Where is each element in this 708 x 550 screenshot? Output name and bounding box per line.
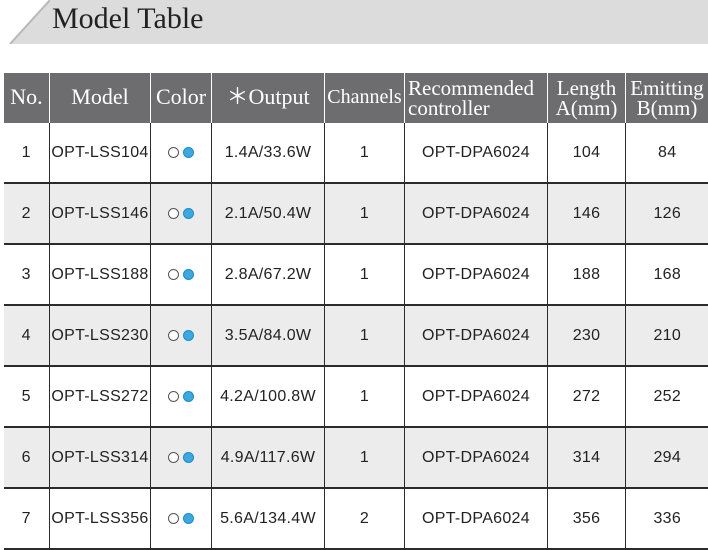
table-row: 7OPT-LSS356 5.6A/134.4W2OPT-DPA6024356336 bbox=[4, 488, 708, 549]
column-header-emitting: Emitting B(mm) bbox=[626, 73, 708, 123]
cell-controller: OPT-DPA6024 bbox=[405, 427, 548, 488]
column-header-color: Color bbox=[151, 73, 212, 123]
cell-model: OPT-LSS146 bbox=[50, 183, 151, 244]
title-banner: Model Table bbox=[0, 0, 708, 44]
model-table: No. Model Color ＊Output Channels Recomme… bbox=[3, 73, 708, 550]
cell-output: 4.9A/117.6W bbox=[212, 427, 325, 488]
cell-channels: 1 bbox=[325, 123, 405, 183]
cell-controller: OPT-DPA6024 bbox=[405, 123, 548, 183]
cell-color bbox=[151, 427, 212, 488]
cell-length: 356 bbox=[548, 488, 626, 549]
blue-circle-icon bbox=[183, 452, 194, 463]
cell-channels: 1 bbox=[325, 183, 405, 244]
white-circle-icon bbox=[168, 147, 179, 158]
cell-no: 7 bbox=[4, 488, 50, 549]
column-header-controller: Recommended controller bbox=[405, 73, 548, 123]
column-header-model: Model bbox=[50, 73, 151, 123]
banner-slash-decoration bbox=[0, 0, 50, 44]
cell-color bbox=[151, 305, 212, 366]
cell-model: OPT-LSS104 bbox=[50, 123, 151, 183]
cell-controller: OPT-DPA6024 bbox=[405, 183, 548, 244]
white-circle-icon bbox=[168, 452, 179, 463]
cell-no: 3 bbox=[4, 244, 50, 305]
cell-model: OPT-LSS314 bbox=[50, 427, 151, 488]
cell-model: OPT-LSS272 bbox=[50, 366, 151, 427]
white-circle-icon bbox=[168, 269, 179, 280]
table-row: 6OPT-LSS314 4.9A/117.6W1OPT-DPA6024314294 bbox=[4, 427, 708, 488]
cell-length: 314 bbox=[548, 427, 626, 488]
cell-channels: 1 bbox=[325, 305, 405, 366]
white-circle-icon bbox=[168, 513, 179, 524]
cell-color bbox=[151, 488, 212, 549]
cell-output: 3.5A/84.0W bbox=[212, 305, 325, 366]
cell-length: 146 bbox=[548, 183, 626, 244]
cell-color bbox=[151, 183, 212, 244]
page-title: Model Table bbox=[52, 2, 203, 36]
cell-color bbox=[151, 123, 212, 183]
cell-controller: OPT-DPA6024 bbox=[405, 244, 548, 305]
cell-model: OPT-LSS230 bbox=[50, 305, 151, 366]
cell-no: 5 bbox=[4, 366, 50, 427]
blue-circle-icon bbox=[183, 391, 194, 402]
white-circle-icon bbox=[168, 208, 179, 219]
table-row: 2OPT-LSS146 2.1A/50.4W1OPT-DPA6024146126 bbox=[4, 183, 708, 244]
table-row: 1OPT-LSS1041.4A/33.6W1OPT-DPA602410484 bbox=[4, 123, 708, 183]
cell-no: 2 bbox=[4, 183, 50, 244]
cell-length: 272 bbox=[548, 366, 626, 427]
blue-circle-icon bbox=[183, 269, 194, 280]
cell-channels: 1 bbox=[325, 427, 405, 488]
column-header-channels: Channels bbox=[325, 73, 405, 123]
table-row: 3OPT-LSS188 2.8A/67.2W1OPT-DPA6024188168 bbox=[4, 244, 708, 305]
cell-model: OPT-LSS356 bbox=[50, 488, 151, 549]
cell-controller: OPT-DPA6024 bbox=[405, 305, 548, 366]
cell-emitting: 210 bbox=[626, 305, 708, 366]
cell-output: 5.6A/134.4W bbox=[212, 488, 325, 549]
cell-controller: OPT-DPA6024 bbox=[405, 488, 548, 549]
cell-no: 1 bbox=[4, 123, 50, 183]
cell-color bbox=[151, 366, 212, 427]
white-circle-icon bbox=[168, 391, 179, 402]
cell-controller: OPT-DPA6024 bbox=[405, 366, 548, 427]
column-header-output: ＊Output bbox=[212, 73, 325, 123]
cell-length: 188 bbox=[548, 244, 626, 305]
cell-length: 230 bbox=[548, 305, 626, 366]
cell-emitting: 336 bbox=[626, 488, 708, 549]
cell-emitting: 126 bbox=[626, 183, 708, 244]
cell-model: OPT-LSS188 bbox=[50, 244, 151, 305]
cell-emitting: 252 bbox=[626, 366, 708, 427]
cell-output: 2.1A/50.4W bbox=[212, 183, 325, 244]
cell-channels: 1 bbox=[325, 366, 405, 427]
cell-channels: 1 bbox=[325, 244, 405, 305]
cell-output: 1.4A/33.6W bbox=[212, 123, 325, 183]
cell-emitting: 168 bbox=[626, 244, 708, 305]
cell-emitting: 84 bbox=[626, 123, 708, 183]
column-header-length: Length A(mm) bbox=[548, 73, 626, 123]
blue-circle-icon bbox=[183, 330, 194, 341]
cell-channels: 2 bbox=[325, 488, 405, 549]
cell-no: 6 bbox=[4, 427, 50, 488]
white-circle-icon bbox=[168, 330, 179, 341]
table-row: 4OPT-LSS230 3.5A/84.0W1OPT-DPA6024230210 bbox=[4, 305, 708, 366]
blue-circle-icon bbox=[183, 208, 194, 219]
cell-output: 2.8A/67.2W bbox=[212, 244, 325, 305]
cell-length: 104 bbox=[548, 123, 626, 183]
cell-no: 4 bbox=[4, 305, 50, 366]
column-header-no: No. bbox=[4, 73, 50, 123]
blue-circle-icon bbox=[183, 513, 194, 524]
table-row: 5OPT-LSS272 4.2A/100.8W1OPT-DPA6024272252 bbox=[4, 366, 708, 427]
blue-circle-icon bbox=[183, 147, 194, 158]
cell-output: 4.2A/100.8W bbox=[212, 366, 325, 427]
cell-emitting: 294 bbox=[626, 427, 708, 488]
table-header-row: No. Model Color ＊Output Channels Recomme… bbox=[4, 73, 708, 123]
cell-color bbox=[151, 244, 212, 305]
